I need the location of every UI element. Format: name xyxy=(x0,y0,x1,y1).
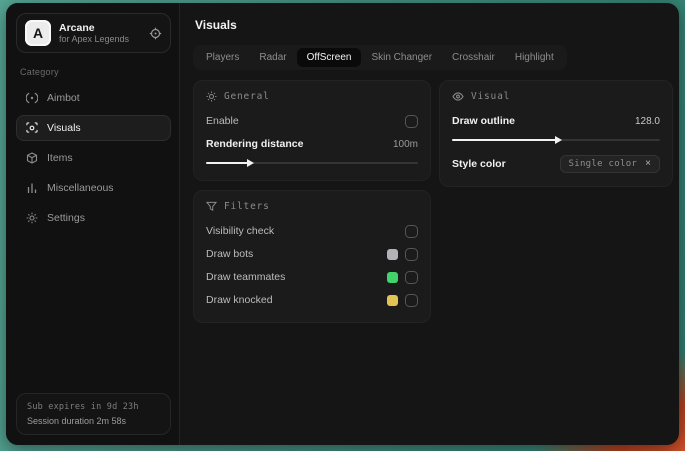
tab-skin-changer[interactable]: Skin Changer xyxy=(361,48,442,67)
sidebar-item-visuals[interactable]: Visuals xyxy=(16,115,171,141)
eye-scan-icon xyxy=(26,122,38,134)
sidebar-item-label: Aimbot xyxy=(47,92,80,104)
tab-crosshair[interactable]: Crosshair xyxy=(442,48,505,67)
sidebar-item-items[interactable]: Items xyxy=(16,145,171,171)
tab-radar[interactable]: Radar xyxy=(249,48,296,67)
panel-title: Filters xyxy=(224,201,270,212)
sidebar-item-label: Items xyxy=(47,152,73,164)
crosshair-icon xyxy=(26,92,38,104)
rendering-distance-value: 100m xyxy=(392,138,418,150)
session-duration-text: Session duration 2m 58s xyxy=(27,416,127,426)
sidebar-item-settings[interactable]: Settings xyxy=(16,205,171,231)
enable-checkbox[interactable] xyxy=(405,114,418,128)
app-name: Arcane xyxy=(59,21,95,34)
draw-outline-label: Draw outline xyxy=(452,115,516,127)
sidebar-item-miscellaneous[interactable]: Miscellaneous xyxy=(16,175,171,201)
slider-fill xyxy=(452,136,562,144)
style-color-row: Style color Single color × xyxy=(452,154,660,174)
close-icon[interactable]: × xyxy=(645,159,651,169)
tab-players[interactable]: Players xyxy=(196,48,249,67)
draw-outline-value: 128.0 xyxy=(634,115,660,127)
sidebar: A Arcane for Apex Legends Category Aimbo xyxy=(6,3,180,445)
brand-card: A Arcane for Apex Legends xyxy=(16,13,171,53)
rendering-distance-label: Rendering distance xyxy=(206,138,304,150)
tab-highlight[interactable]: Highlight xyxy=(505,48,564,67)
draw-knocked-checkbox[interactable] xyxy=(405,293,418,307)
style-color-value: Single color xyxy=(568,159,638,169)
style-color-label: Style color xyxy=(452,158,506,170)
general-panel: General Enable Rendering distance 100m xyxy=(193,80,431,181)
style-color-select[interactable]: Single color × xyxy=(559,155,660,173)
enable-row: Enable xyxy=(206,111,418,131)
app-logo: A xyxy=(25,20,51,46)
main-area: Visuals Players Radar OffScreen Skin Cha… xyxy=(180,3,679,445)
draw-teammates-row: Draw teammates xyxy=(206,267,418,287)
panel-title: General xyxy=(224,91,270,102)
target-icon[interactable] xyxy=(149,27,162,40)
page-title: Visuals xyxy=(195,18,237,32)
rendering-distance-row: Rendering distance 100m xyxy=(206,134,418,154)
tab-offscreen[interactable]: OffScreen xyxy=(296,48,362,67)
eye-icon xyxy=(452,91,464,102)
draw-teammates-checkbox[interactable] xyxy=(405,270,418,284)
cube-icon xyxy=(26,152,38,164)
rendering-distance-slider[interactable] xyxy=(206,158,418,168)
app-subtitle: for Apex Legends xyxy=(59,33,130,44)
category-label: Category xyxy=(20,67,59,77)
filters-panel: Filters Visibility check Draw bots Draw … xyxy=(193,190,431,323)
sub-expires-text: Sub expires in 9d 23h xyxy=(27,402,139,412)
tab-bar: Players Radar OffScreen Skin Changer Cro… xyxy=(193,45,567,70)
sidebar-item-aimbot[interactable]: Aimbot xyxy=(16,85,171,111)
sidebar-item-label: Settings xyxy=(47,212,85,224)
slider-fill xyxy=(206,159,255,167)
visibility-check-checkbox[interactable] xyxy=(405,224,418,238)
panel-title: Visual xyxy=(471,91,511,102)
sun-icon xyxy=(206,91,217,102)
visibility-check-row: Visibility check xyxy=(206,221,418,241)
subscription-card: Sub expires in 9d 23h Session duration 2… xyxy=(16,393,171,435)
draw-bots-row: Draw bots xyxy=(206,244,418,264)
visual-panel: Visual Draw outline 128.0 Style color Si… xyxy=(439,80,673,187)
sidebar-item-label: Visuals xyxy=(47,122,81,134)
sidebar-item-label: Miscellaneous xyxy=(47,182,114,194)
draw-teammates-color-swatch[interactable] xyxy=(387,271,398,283)
gear-icon xyxy=(26,212,38,224)
draw-knocked-color-swatch[interactable] xyxy=(387,294,398,306)
draw-outline-row: Draw outline 128.0 xyxy=(452,111,660,131)
funnel-icon xyxy=(206,201,217,212)
enable-label: Enable xyxy=(206,115,239,127)
draw-outline-slider[interactable] xyxy=(452,135,660,145)
draw-bots-checkbox[interactable] xyxy=(405,247,418,261)
bars-icon xyxy=(26,182,38,194)
draw-bots-color-swatch[interactable] xyxy=(387,248,398,260)
draw-knocked-row: Draw knocked xyxy=(206,290,418,310)
app-window: A Arcane for Apex Legends Category Aimbo xyxy=(6,3,679,445)
